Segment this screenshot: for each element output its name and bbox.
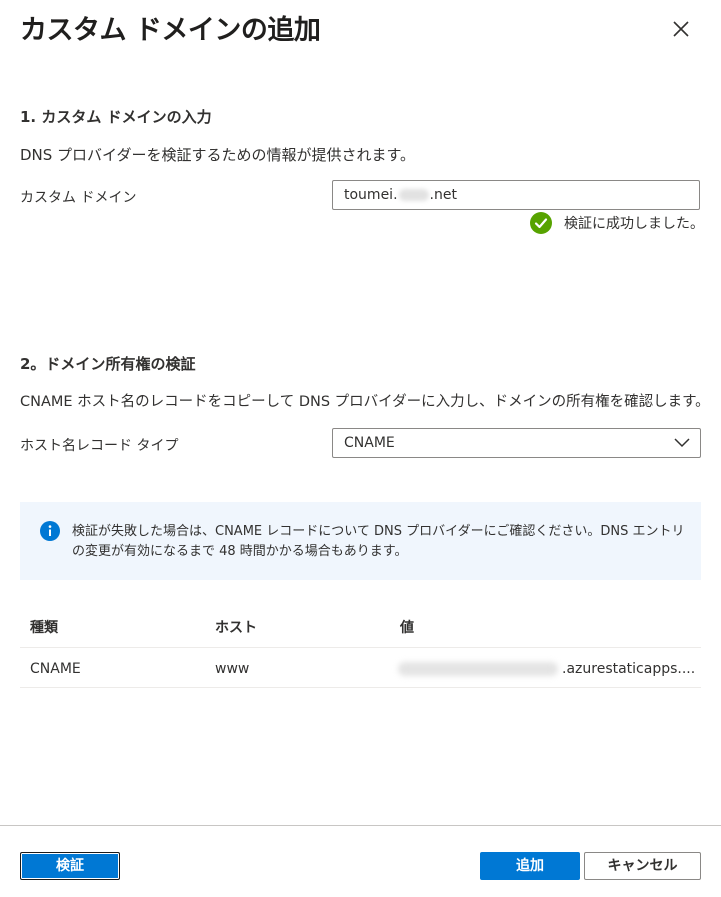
info-message-bar: 検証が失敗した場合は、CNAME レコードについて DNS プロバイダーにご確認… — [20, 502, 701, 580]
dialog-title: カスタム ドメインの追加 — [20, 15, 321, 46]
table-row-divider — [20, 687, 701, 688]
custom-domain-label: カスタム ドメイン — [20, 190, 137, 206]
redacted-domain-part — [398, 189, 429, 201]
info-icon — [40, 521, 60, 541]
value-suffix: .azurestaticapps.... — [562, 661, 696, 677]
redacted-value — [398, 662, 558, 676]
success-message: 検証に成功しました。 — [564, 216, 704, 232]
chevron-down-icon — [674, 438, 690, 448]
record-type-label: ホスト名レコード タイプ — [20, 438, 179, 454]
section2-description: CNAME ホスト名のレコードをコピーして DNS プロバイダーに入力し、ドメイ… — [20, 394, 710, 410]
record-type-value: CNAME — [344, 435, 395, 451]
add-button[interactable]: 追加 — [480, 852, 580, 880]
section1-description: DNS プロバイダーを検証するための情報が提供されます。 — [20, 146, 415, 164]
cell-value: .azurestaticapps.... — [398, 661, 695, 677]
table-header-host: ホスト — [215, 620, 257, 636]
table-header-type: 種類 — [30, 620, 58, 636]
cell-host: www — [215, 661, 250, 677]
record-type-select[interactable]: CNAME — [332, 428, 701, 458]
close-button[interactable] — [668, 16, 694, 42]
verify-button[interactable]: 検証 — [20, 852, 120, 880]
domain-suffix: .net — [429, 187, 457, 203]
domain-prefix: toumei. — [344, 187, 398, 203]
section2-heading: 2。ドメイン所有権の検証 — [20, 355, 196, 373]
table-header-divider — [20, 647, 701, 648]
validation-success: 検証に成功しました。 — [530, 212, 704, 234]
check-circle-icon — [530, 212, 552, 234]
section1-heading: 1. カスタム ドメインの入力 — [20, 108, 212, 126]
info-message-text: 検証が失敗した場合は、CNAME レコードについて DNS プロバイダーにご確認… — [72, 524, 685, 559]
table-header-value: 値 — [400, 620, 414, 636]
custom-domain-input[interactable]: toumei. .net — [332, 180, 700, 210]
cancel-button[interactable]: キャンセル — [584, 852, 701, 880]
footer-divider — [0, 825, 721, 826]
cell-type: CNAME — [30, 661, 81, 677]
close-icon — [673, 21, 689, 37]
